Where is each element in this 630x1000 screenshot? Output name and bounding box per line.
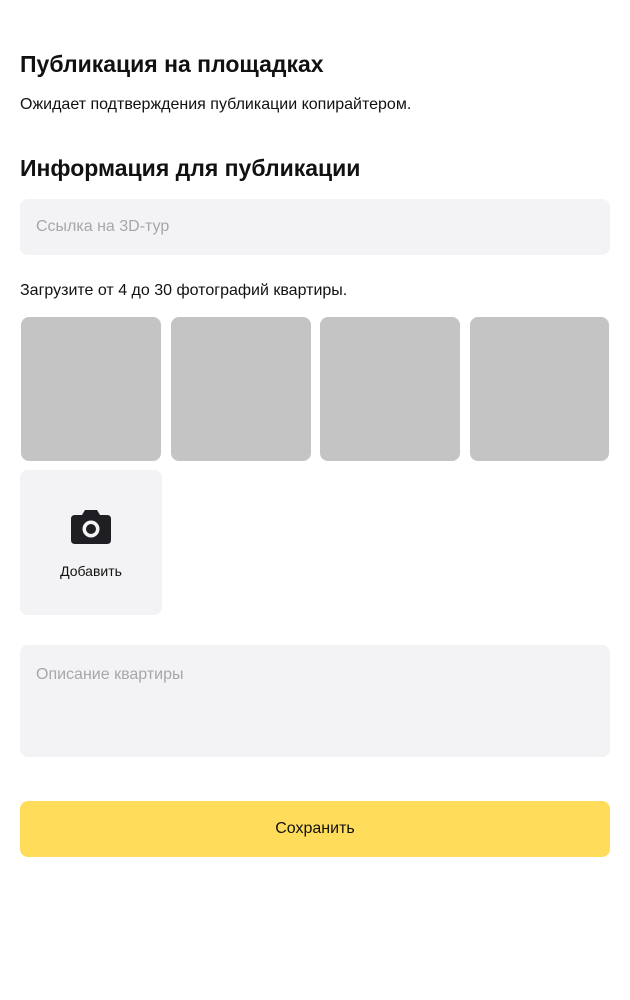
camera-icon	[71, 510, 111, 544]
add-photo-button[interactable]: Добавить	[20, 470, 162, 615]
description-textarea[interactable]	[20, 645, 610, 757]
publication-section-title: Публикация на площадках	[20, 51, 324, 77]
tour-link-input[interactable]	[20, 199, 610, 255]
photo-thumbnail[interactable]	[21, 317, 161, 461]
photo-thumbnail[interactable]	[470, 317, 609, 461]
photo-thumbnail[interactable]	[320, 317, 460, 461]
save-button[interactable]: Сохранить	[20, 801, 610, 857]
photo-thumbnail[interactable]	[171, 317, 311, 461]
add-photo-label: Добавить	[60, 563, 122, 579]
upload-hint-text: Загрузите от 4 до 30 фотографий квартиры…	[20, 282, 348, 299]
info-section-title: Информация для публикации	[20, 155, 361, 181]
publication-status-text: Ожидает подтверждения публикации копирай…	[20, 96, 412, 113]
